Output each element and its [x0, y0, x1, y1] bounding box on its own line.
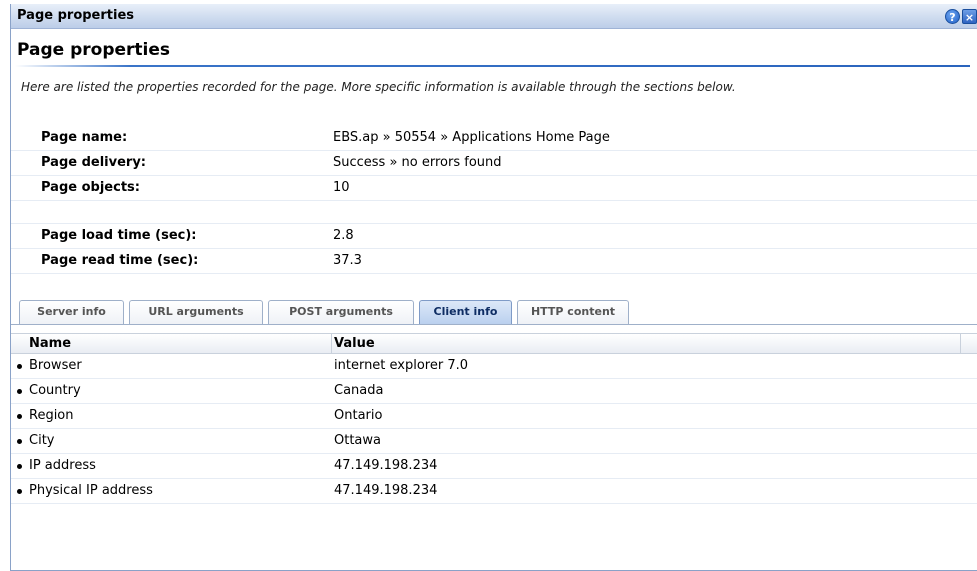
bullet-icon	[17, 414, 22, 419]
property-spacer-row	[11, 201, 977, 224]
row-name: Country	[29, 383, 81, 398]
row-value: 47.149.198.234	[334, 458, 438, 473]
column-divider	[960, 334, 961, 354]
property-row-page-name: Page name: EBS.ap » 50554 » Applications…	[11, 126, 977, 151]
table-header: Name Value	[11, 333, 977, 354]
bullet-icon	[17, 364, 22, 369]
bullet-icon	[17, 389, 22, 394]
row-value: internet explorer 7.0	[334, 358, 469, 373]
table-row: City Ottawa	[11, 429, 977, 454]
row-name: IP address	[29, 458, 96, 473]
window-title: Page properties	[17, 8, 135, 23]
row-name: City	[29, 433, 55, 448]
column-header-name[interactable]: Name	[29, 336, 71, 351]
property-label: Page delivery:	[41, 155, 147, 170]
property-label: Page name:	[41, 130, 128, 145]
close-icon[interactable]: ×	[962, 9, 977, 24]
table-row: Browser internet explorer 7.0	[11, 354, 977, 379]
property-label: Page read time (sec):	[41, 253, 199, 268]
tab-http-content[interactable]: HTTP content	[517, 300, 629, 325]
row-name: Physical IP address	[29, 483, 153, 498]
property-label: Page load time (sec):	[41, 228, 197, 243]
bullet-icon	[17, 464, 22, 469]
tab-post-arguments[interactable]: POST arguments	[268, 300, 414, 325]
row-value: Ottawa	[334, 433, 381, 448]
table-row: Country Canada	[11, 379, 977, 404]
property-label: Page objects:	[41, 180, 140, 195]
tab-client-info[interactable]: Client info	[419, 300, 512, 325]
window-titlebar: Page properties ? ×	[11, 4, 977, 29]
property-value: 10	[333, 180, 350, 195]
client-info-table: Name Value Browser internet explorer 7.0…	[11, 333, 977, 504]
property-row-read-time: Page read time (sec): 37.3	[11, 249, 977, 274]
row-value: Canada	[334, 383, 384, 398]
tab-url-arguments[interactable]: URL arguments	[129, 300, 263, 325]
tab-server-info[interactable]: Server info	[19, 300, 124, 325]
column-header-value[interactable]: Value	[334, 336, 375, 351]
property-value: EBS.ap » 50554 » Applications Home Page	[333, 130, 610, 145]
property-row-load-time: Page load time (sec): 2.8	[11, 224, 977, 249]
property-row-page-objects: Page objects: 10	[11, 176, 977, 201]
page-properties-window: Page properties ? × Page properties Here…	[10, 4, 977, 571]
row-name: Region	[29, 408, 74, 423]
intro-text: Here are listed the properties recorded …	[21, 80, 736, 94]
row-value: 47.149.198.234	[334, 483, 438, 498]
section-heading: Page properties	[17, 40, 171, 60]
help-icon[interactable]: ?	[945, 9, 960, 24]
row-name: Browser	[29, 358, 82, 373]
section-divider	[15, 65, 970, 67]
bullet-icon	[17, 439, 22, 444]
bullet-icon	[17, 489, 22, 494]
property-value: 37.3	[333, 253, 362, 268]
property-value: Success » no errors found	[333, 155, 502, 170]
column-divider	[331, 334, 332, 354]
row-value: Ontario	[334, 408, 383, 423]
tab-strip-border	[11, 324, 977, 325]
table-row: IP address 47.149.198.234	[11, 454, 977, 479]
property-row-page-delivery: Page delivery: Success » no errors found	[11, 151, 977, 176]
property-value: 2.8	[333, 228, 354, 243]
table-row: Region Ontario	[11, 404, 977, 429]
table-row: Physical IP address 47.149.198.234	[11, 479, 977, 504]
properties-list: Page name: EBS.ap » 50554 » Applications…	[11, 126, 977, 274]
